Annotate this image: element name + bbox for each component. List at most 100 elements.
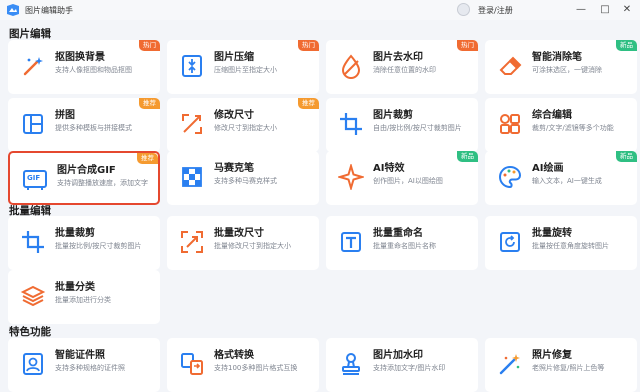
tool-title: 图片去水印 [373,52,423,63]
tool-title: 照片修复 [532,350,572,361]
tool-desc: 输入文本，AI一键生成 [532,177,602,185]
tool-card-resize[interactable]: 修改尺寸 修改尺寸到指定大小 推荐 [167,98,319,152]
tool-card-mosaic[interactable]: 马赛克笔 支持多种马赛克样式 [167,151,319,205]
tool-desc: 裁剪/文字/滤镜等多个功能 [532,124,614,132]
tool-card-multi-edit[interactable]: 综合编辑 裁剪/文字/滤镜等多个功能 [485,98,637,152]
tool-card-ai-paint[interactable]: AI绘画 输入文本，AI一键生成 新品 [485,151,637,205]
badge-recommend: 推荐 [139,98,160,109]
tool-card-ai-effect[interactable]: AI特效 创作图片，AI以图绘图 新品 [326,151,478,205]
batch-classify-icon [20,285,46,307]
tool-card-add-watermark[interactable]: 图片加水印 支持添加文字/图片水印 [326,338,478,392]
photo-repair-icon [499,354,520,375]
batch-crop-icon [22,231,44,253]
tool-desc: 老照片修复/照片上色等 [532,364,605,372]
close-button[interactable]: ✕ [620,3,634,17]
tool-desc: 支持多种马赛克样式 [214,177,277,185]
tool-title: 修改尺寸 [214,110,254,121]
tool-card-batch-resize[interactable]: 批量改尺寸 批量修改尺寸到指定大小 [167,216,319,270]
tool-desc: 批量按比例/按尺寸裁剪图片 [55,242,142,250]
batch-resize-icon [181,231,203,253]
tool-desc: 批量重命名图片名称 [373,242,436,250]
mosaic-icon [182,167,202,187]
badge-recommend: 推荐 [298,98,319,109]
tool-title: 马赛克笔 [214,163,254,174]
watermark-remove-icon [341,54,361,79]
tool-card-watermark-remove[interactable]: 图片去水印 消除任意位置的水印 热门 [326,40,478,94]
maximize-button[interactable]: □ [598,3,612,17]
tool-title: AI特效 [373,163,405,174]
tool-desc: 支持人像抠图和物品抠图 [55,66,132,74]
app-title: 图片编辑助手 [25,5,73,15]
compress-icon [182,55,202,77]
badge-hot: 热门 [457,40,478,51]
tool-card-gif[interactable]: GIF 图片合成GIF 支持调整播放速度，添加文字 推荐 [8,151,160,205]
tool-title: 格式转换 [214,350,254,361]
badge-recommend: 推荐 [137,153,158,164]
tool-card-photo-repair[interactable]: 照片修复 老照片修复/照片上色等 [485,338,637,392]
badge-new: 新品 [616,151,637,162]
tool-card-crop[interactable]: 图片裁剪 自由/按比例/按尺寸裁剪图片 [326,98,478,152]
tool-card-compress[interactable]: 图片压缩 压缩图片至指定大小 热门 [167,40,319,94]
ai-effect-icon [338,164,364,190]
batch-rotate-icon [500,232,520,252]
resize-icon [182,114,202,134]
tool-desc: 创作图片，AI以图绘图 [373,177,443,185]
tool-title: 拼图 [55,110,75,121]
eraser-icon [499,56,522,75]
tool-title: 抠图换背景 [55,52,105,63]
badge-new: 新品 [616,40,637,51]
tool-title: 批量分类 [55,282,95,293]
ai-paint-icon [499,165,522,189]
badge-hot: 热门 [139,40,160,51]
tool-title: 图片加水印 [373,350,423,361]
tool-card-collage[interactable]: 拼图 提供多种模板与拼接模式 推荐 [8,98,160,152]
minimize-button[interactable]: — [574,3,588,17]
batch-rename-icon [341,232,361,252]
gif-icon-text: GIF [27,174,41,182]
collage-icon [23,114,43,134]
login-link[interactable]: 登录/注册 [478,5,513,16]
tool-card-id-photo[interactable]: 智能证件照 支持多种规格的证件照 [8,338,160,392]
tool-title: 图片压缩 [214,52,254,63]
id-photo-icon [23,353,43,375]
tool-desc: 修改尺寸到指定大小 [214,124,277,132]
crop-icon [340,113,362,135]
tool-title: 批量裁剪 [55,228,95,239]
badge-new: 新品 [457,151,478,162]
tool-desc: 支持调整播放速度，添加文字 [57,179,148,187]
tool-desc: 压缩图片至指定大小 [214,66,277,74]
tool-desc: 支持添加文字/图片水印 [373,364,446,372]
tool-desc: 消除任意位置的水印 [373,66,436,74]
tool-title: 智能消除笔 [532,52,582,63]
tool-desc: 支持100多种图片格式互换 [214,364,298,372]
tool-desc: 提供多种模板与拼接模式 [55,124,132,132]
tool-desc: 支持多种规格的证件照 [55,364,125,372]
tool-title: 批量重命名 [373,228,423,239]
tool-card-batch-classify[interactable]: 批量分类 批量添加进行分类 [8,270,160,324]
tool-desc: 批量按任意角度旋转图片 [532,242,609,250]
badge-hot: 热门 [298,40,319,51]
tool-card-format-convert[interactable]: 格式转换 支持100多种图片格式互换 [167,338,319,392]
add-watermark-icon [342,353,360,375]
tool-card-batch-rename[interactable]: 批量重命名 批量重命名图片名称 [326,216,478,270]
tool-title: 批量旋转 [532,228,572,239]
title-bar: 图片编辑助手 [0,0,640,20]
format-convert-icon [181,353,203,375]
app-logo-icon [7,4,19,16]
tool-desc: 批量修改尺寸到指定大小 [214,242,291,250]
user-avatar-icon[interactable] [457,3,470,16]
tool-desc: 可涂抹选区，一键消除 [532,66,602,74]
tool-title: 智能证件照 [55,350,105,361]
tool-title: AI绘画 [532,163,564,174]
tool-card-eraser[interactable]: 智能消除笔 可涂抹选区，一键消除 新品 [485,40,637,94]
tool-card-cutout[interactable]: 抠图换背景 支持人像抠图和物品抠图 热门 [8,40,160,94]
tool-title: 图片裁剪 [373,110,413,121]
tool-desc: 批量添加进行分类 [55,296,111,304]
tool-title: 批量改尺寸 [214,228,264,239]
tool-title: 综合编辑 [532,110,572,121]
tool-card-batch-rotate[interactable]: 批量旋转 批量按任意角度旋转图片 [485,216,637,270]
tool-desc: 自由/按比例/按尺寸裁剪图片 [373,124,462,132]
multi-edit-icon [500,114,520,134]
tool-card-batch-crop[interactable]: 批量裁剪 批量按比例/按尺寸裁剪图片 [8,216,160,270]
section-title-special: 特色功能 [9,326,51,338]
